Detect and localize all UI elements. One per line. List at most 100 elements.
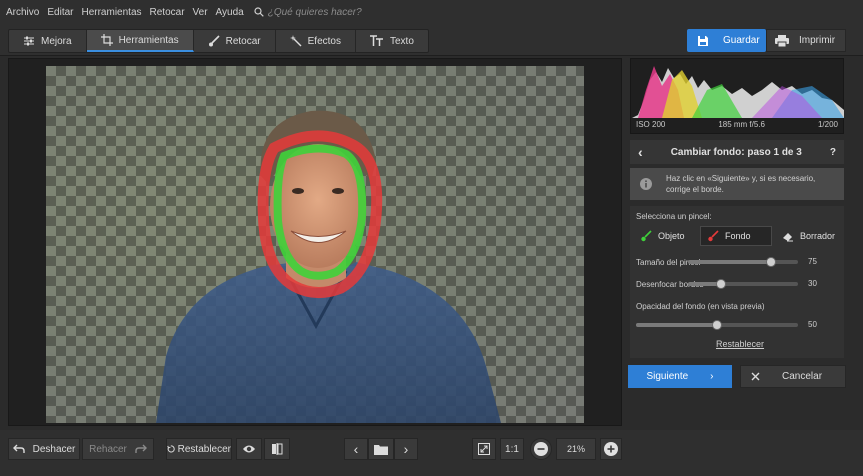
image-canvas[interactable] [8,58,622,426]
search-icon [254,7,264,17]
text-icon [369,35,383,46]
chevron-left-icon: ‹ [353,441,359,457]
sliders-icon [24,36,34,46]
open-folder-button[interactable] [368,438,394,460]
reset-sliders-link[interactable]: Restablecer [716,339,764,349]
zoom-value: 21% [566,444,585,454]
undo-button[interactable]: Deshacer [8,438,80,460]
crop-icon [100,34,113,46]
size-value: 75 [808,257,817,266]
close-icon [751,372,760,381]
save-button[interactable]: Guardar [687,29,766,52]
floppy-disk-icon [698,35,708,46]
minus-icon [534,442,548,456]
size-slider[interactable] [688,257,798,267]
cancel-label: Cancelar [782,371,823,382]
tab-efectos[interactable]: Efectos [276,30,356,52]
histogram-graph [632,66,844,118]
brush-background-button[interactable]: Fondo [700,226,772,246]
save-label: Guardar [723,35,760,46]
mode-tabs: Mejora Herramientas Retocar Efectos Text… [8,29,429,53]
opacity-slider-fill [636,323,717,327]
printer-icon [775,34,789,47]
subject-illustration [156,110,501,423]
brush-eraser-button[interactable]: Borrador [776,226,842,246]
eraser-label: Borrador [800,231,836,241]
size-slider-fill [688,260,771,264]
search-placeholder: ¿Qué quieres hacer? [267,6,362,18]
menu-editar[interactable]: Editar [47,7,73,18]
menu-herramientas[interactable]: Herramientas [81,7,141,18]
print-button[interactable]: Imprimir [766,29,846,52]
redo-label: Rehacer [89,443,127,455]
fit-to-screen-button[interactable] [472,438,496,460]
shutter-value: 1/200 [817,120,838,129]
chevron-right-icon: › [403,441,409,457]
compare-button[interactable] [264,438,290,460]
menu-archivo[interactable]: Archivo [6,7,39,18]
redo-icon [135,444,147,453]
background-label: Fondo [725,231,751,241]
brush-green-icon [641,230,652,242]
magic-wand-icon [289,35,302,47]
tab-mejora[interactable]: Mejora [9,30,87,52]
feather-slider-knob[interactable] [716,279,726,289]
feather-slider[interactable] [688,279,798,289]
undo-icon [12,444,25,453]
zoom-in-button[interactable] [600,438,622,460]
menu-bar: Archivo Editar Herramientas Retocar Ver … [0,0,863,24]
menu-retocar[interactable]: Retocar [150,7,185,18]
back-chevron-icon[interactable]: ‹ [638,144,643,160]
reset-label: Restablecer [177,443,231,455]
lens-value: 185 mm f/5.6 [718,120,765,129]
redo-button[interactable]: Rehacer [82,438,154,460]
tab-label: Herramientas [118,34,179,46]
size-slider-knob[interactable] [765,257,776,267]
info-icon [640,178,652,190]
tab-label: Retocar [225,35,261,47]
tab-label: Mejora [41,35,72,47]
chevron-right-icon: › [710,371,714,382]
reset-button[interactable]: Restablecer [166,438,232,460]
previous-image-button[interactable]: ‹ [344,438,368,460]
fit-screen-icon [478,443,490,455]
info-box: Haz clic en «Siguiente» y, si es necesar… [630,168,844,200]
opacity-value: 50 [808,320,817,329]
brush-red-icon [708,230,719,242]
brush-object-button[interactable]: Objeto [634,226,698,246]
tab-retocar[interactable]: Retocar [194,30,276,52]
feather-value: 30 [808,279,817,288]
exif-info: ISO 200 185 mm f/5.6 1/200 [630,120,844,134]
cancel-button[interactable]: Cancelar [740,365,846,388]
menu-ayuda[interactable]: Ayuda [216,7,244,18]
help-icon[interactable]: ? [830,147,836,158]
step-header: ‹ Cambiar fondo: paso 1 de 3 ? [630,140,844,164]
photo-preview[interactable] [46,66,584,423]
next-image-button[interactable]: › [394,438,418,460]
opacity-slider-knob[interactable] [712,320,722,330]
actual-size-label: 1:1 [505,443,519,455]
brush-icon [208,35,220,47]
next-label: Siguiente [646,371,689,382]
menu-search[interactable]: ¿Qué quieres hacer? [254,7,362,18]
print-label: Imprimir [799,35,836,46]
menu-ver[interactable]: Ver [193,7,208,18]
reset-icon [167,445,175,453]
zoom-level[interactable]: 21% [556,438,596,460]
tab-label: Texto [389,35,414,47]
tab-herramientas[interactable]: Herramientas [86,30,194,52]
iso-value: ISO 200 [636,120,666,129]
brush-label: Selecciona un pincel: [636,212,712,221]
plus-icon [604,442,618,456]
opacity-slider[interactable] [636,320,798,330]
preview-toggle-button[interactable] [236,438,262,460]
tab-texto[interactable]: Texto [356,30,428,52]
compare-icon [272,443,283,455]
opacity-label: Opacidad del fondo (en vista previa) [636,302,765,311]
eraser-icon [783,233,793,242]
next-button[interactable]: Siguiente › [628,365,732,388]
zoom-out-button[interactable] [530,438,552,460]
actual-size-button[interactable]: 1:1 [500,438,524,460]
undo-label: Deshacer [32,443,76,455]
object-label: Objeto [658,231,685,241]
